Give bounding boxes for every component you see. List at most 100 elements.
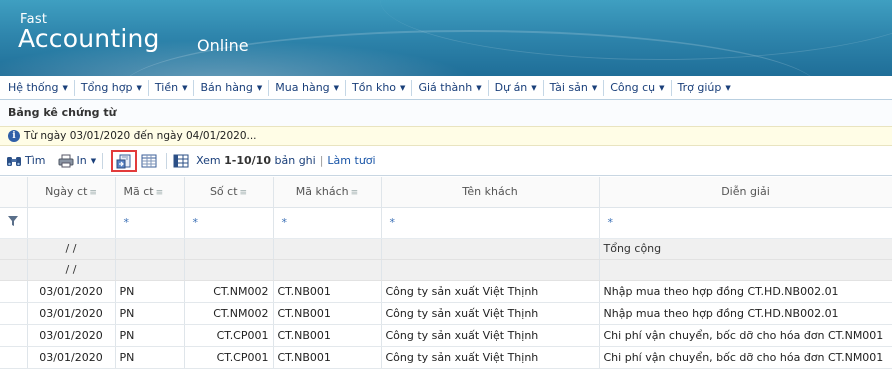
menu-item-ton-kho[interactable]: Tồn kho ▼: [346, 79, 413, 96]
row-selector[interactable]: [0, 280, 28, 303]
summary-row: / / Tổng cộng: [0, 238, 892, 260]
column-header-dien-giai[interactable]: Diễn giải: [599, 177, 892, 208]
funnel-icon[interactable]: [8, 216, 19, 229]
column-layout-button[interactable]: [141, 154, 160, 168]
menu-item-du-an[interactable]: Dự án ▼: [489, 79, 544, 96]
chevron-down-icon: ▼: [400, 83, 406, 92]
menu-item-label: Tồn kho: [352, 81, 397, 94]
export-button[interactable]: [111, 149, 138, 172]
filter-input-ten-khach[interactable]: *: [381, 207, 600, 239]
column-header-ngay-ct[interactable]: Ngày ct ≡: [27, 177, 116, 208]
chevron-down-icon: ▼: [725, 83, 731, 92]
cell-date: 03/01/2020: [27, 302, 116, 325]
brand-suffix: Online: [197, 36, 249, 55]
menu-item-mua-hang[interactable]: Mua hàng ▼: [269, 79, 347, 96]
voucher-grid: Ngày ct ≡ Mã ct ≡ Số ct ≡ Mã khách ≡ Tên khá…: [0, 177, 892, 369]
cell-description: Nhập mua theo hợp đồng CT.HD.NB002.01: [599, 302, 892, 325]
chevron-down-icon: ▼: [476, 83, 482, 92]
column-header-ma-khach[interactable]: Mã khách ≡: [273, 177, 382, 208]
toolbar-pipe: |: [319, 154, 324, 167]
menu-item-tong-hop[interactable]: Tổng hợp ▼: [75, 79, 149, 96]
summary-cell: [599, 259, 892, 281]
column-header-ma-ct[interactable]: Mã ct ≡: [115, 177, 185, 208]
summary-cell: [184, 259, 274, 281]
column-header-label: Tên khách: [462, 185, 518, 199]
row-selector[interactable]: [0, 324, 28, 347]
cell-voucher-number: CT.CP001: [184, 346, 274, 369]
cell-voucher-number: CT.CP001: [184, 324, 274, 347]
sort-icon: ≡: [350, 188, 359, 199]
refresh-link[interactable]: Làm tươi: [327, 154, 375, 167]
page-title: Bảng kê chứng từ: [0, 100, 892, 126]
row-selector[interactable]: [0, 346, 28, 369]
chevron-down-icon: ▼: [62, 83, 68, 92]
table-row[interactable]: 03/01/2020 PN CT.CP001 CT.NB001 Công ty …: [0, 346, 892, 369]
filter-input-ngay-ct[interactable]: [27, 207, 116, 239]
chevron-down-icon: ▼: [256, 83, 263, 92]
menu-item-tro-giup[interactable]: Trợ giúp ▼: [672, 80, 737, 96]
menu-item-label: Dự án: [494, 81, 528, 94]
cell-description: Nhập mua theo hợp đồng CT.HD.NB002.01: [599, 280, 892, 303]
sort-icon: ≡: [89, 188, 97, 199]
menu-item-label: Tài sản: [549, 81, 588, 94]
cell-description: Chi phí vận chuyển, bốc dỡ cho hóa đơn C…: [599, 324, 892, 347]
column-header-ten-khach[interactable]: Tên khách: [381, 177, 600, 208]
table-row[interactable]: 03/01/2020 PN CT.NM002 CT.NB001 Công ty …: [0, 302, 892, 325]
print-button[interactable]: In ▼: [58, 154, 96, 168]
filter-input-dien-giai[interactable]: *: [599, 207, 892, 239]
cell-voucher-type: PN: [115, 346, 185, 369]
menu-item-he-thong[interactable]: Hệ thống ▼: [2, 79, 75, 96]
chevron-down-icon: ▼: [659, 83, 665, 92]
summary-row: / /: [0, 259, 892, 281]
column-header-label: Mã ct: [123, 185, 154, 199]
menu-item-tien[interactable]: Tiền ▼: [149, 79, 195, 96]
column-header-so-ct[interactable]: Số ct ≡: [184, 177, 274, 208]
filter-input-so-ct[interactable]: *: [184, 207, 274, 239]
table-view-button[interactable]: [173, 154, 192, 168]
export-document-icon: [116, 154, 132, 168]
chevron-down-icon: ▼: [333, 83, 340, 92]
summary-date: / /: [27, 238, 116, 260]
cell-customer-code: CT.NB001: [273, 346, 382, 369]
cell-date: 03/01/2020: [27, 346, 116, 369]
chevron-down-icon: ▼: [182, 83, 188, 92]
toolbar-divider: [166, 152, 168, 169]
menu-item-label: Tiền: [154, 81, 179, 94]
filter-info-text[interactable]: Từ ngày 03/01/2020 đến ngày 04/01/2020..…: [24, 130, 257, 142]
cell-customer-name: Công ty sản xuất Việt Thịnh: [381, 324, 600, 347]
cell-voucher-type: PN: [115, 302, 185, 325]
filter-input-ma-khach[interactable]: *: [273, 207, 382, 239]
menu-item-label: Tổng hợp: [80, 81, 133, 94]
row-selector[interactable]: [0, 302, 28, 325]
brand-title: Accounting: [18, 24, 160, 53]
table-row[interactable]: 03/01/2020 PN CT.CP001 CT.NB001 Công ty …: [0, 324, 892, 347]
chevron-down-icon: ▼: [591, 83, 598, 92]
filter-input-ma-ct[interactable]: *: [115, 207, 185, 239]
cell-voucher-number: CT.NM002: [184, 302, 274, 325]
summary-cell: [184, 238, 274, 260]
summary-cell: [115, 238, 185, 260]
column-header-label: Ngày ct: [45, 185, 88, 199]
row-selector-header: [0, 177, 28, 208]
table-row[interactable]: 03/01/2020 PN CT.NM002 CT.NB001 Công ty …: [0, 280, 892, 303]
summary-cell: [381, 238, 600, 260]
record-count-range: 1-10/10: [224, 154, 271, 167]
menu-item-tai-san[interactable]: Tài sản ▼: [544, 79, 605, 96]
filter-funnel-cell[interactable]: [0, 207, 28, 239]
menu-item-gia-thanh[interactable]: Giá thành ▼: [412, 79, 489, 96]
app-banner: Fast Accounting Online: [0, 0, 892, 76]
cell-customer-name: Công ty sản xuất Việt Thịnh: [381, 302, 600, 325]
find-button[interactable]: Tìm: [6, 154, 46, 168]
cell-date: 03/01/2020: [27, 280, 116, 303]
summary-cell: [115, 259, 185, 281]
record-count-suffix: bản ghi: [274, 154, 316, 167]
menu-item-label: Bán hàng: [200, 81, 253, 94]
column-header-label: Số ct: [209, 185, 238, 199]
main-menu: Hệ thống ▼ Tổng hợp ▼ Tiền ▼ Bán hàng ▼ Mua …: [0, 76, 892, 100]
cell-voucher-type: PN: [115, 280, 185, 303]
row-selector: [0, 259, 28, 281]
filter-info-bar[interactable]: i Từ ngày 03/01/2020 đến ngày 04/01/2020…: [0, 126, 892, 146]
menu-item-ban-hang[interactable]: Bán hàng ▼: [194, 79, 270, 96]
menu-item-cong-cu[interactable]: Công cụ ▼: [604, 79, 672, 96]
filter-row: * * * * *: [0, 207, 892, 239]
